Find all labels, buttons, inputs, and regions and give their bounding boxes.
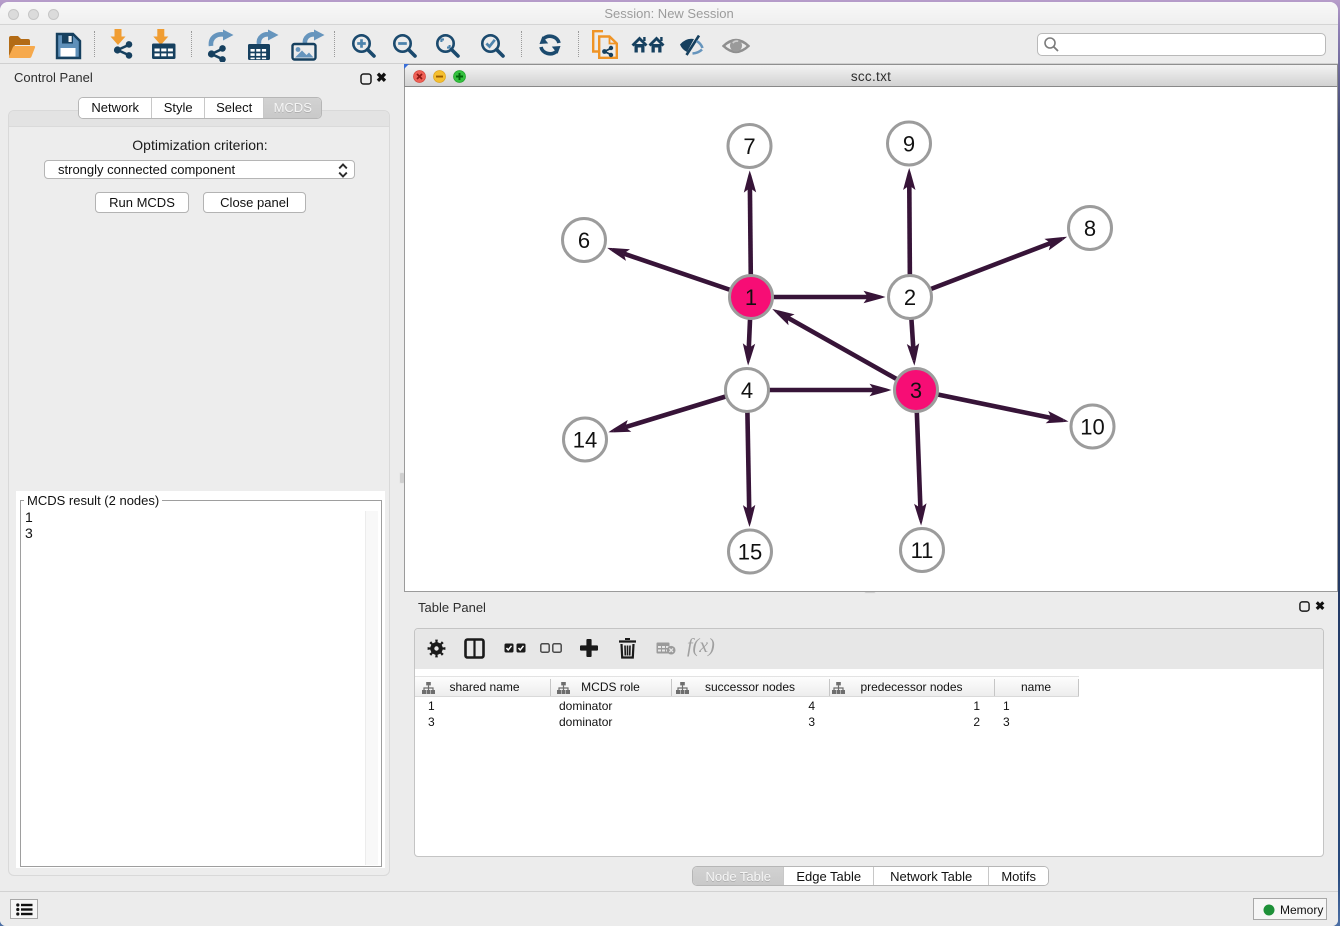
svg-text:15: 15	[738, 540, 762, 565]
svg-text:4: 4	[741, 378, 753, 403]
svg-text:6: 6	[578, 228, 590, 253]
svg-text:8: 8	[1084, 216, 1096, 241]
svg-text:2: 2	[904, 285, 916, 310]
svg-text:3: 3	[910, 378, 922, 403]
svg-text:9: 9	[903, 132, 915, 157]
svg-text:14: 14	[573, 428, 597, 453]
svg-text:7: 7	[743, 134, 755, 159]
svg-text:11: 11	[911, 538, 934, 563]
svg-text:10: 10	[1080, 415, 1104, 440]
svg-text:1: 1	[745, 285, 757, 310]
